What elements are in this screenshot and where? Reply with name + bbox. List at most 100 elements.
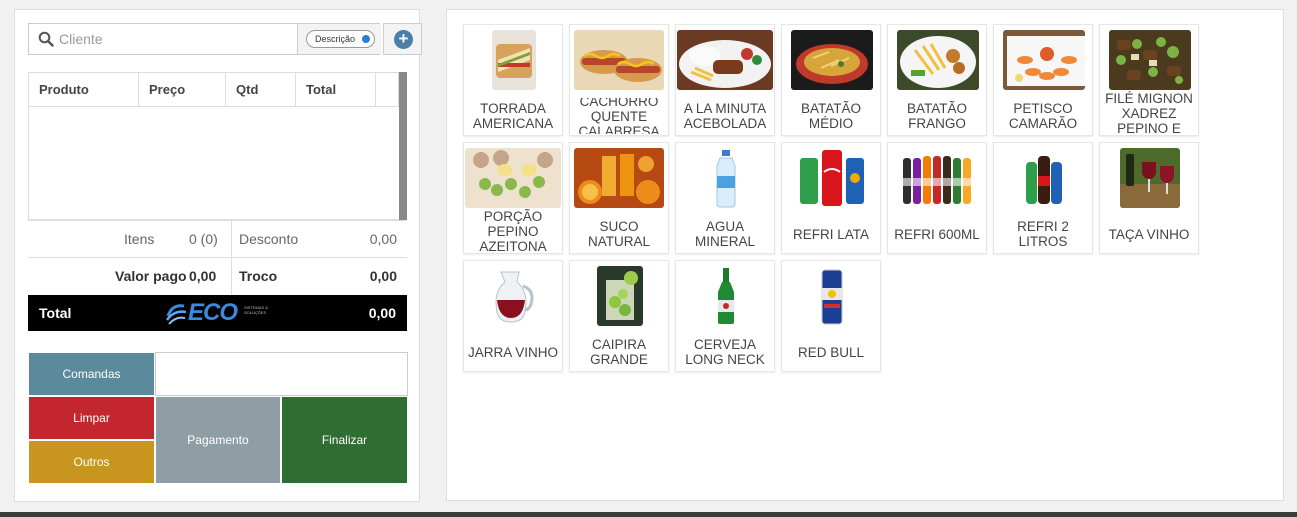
paid-value: 0,00	[189, 268, 217, 284]
wine-glass-icon	[1120, 148, 1180, 208]
finish-button[interactable]: Finalizar	[281, 396, 408, 484]
product-name: CACHORRO QUENTE CALABRESA	[578, 98, 660, 134]
column-header-total[interactable]: Total	[296, 73, 376, 107]
wine-jug-icon	[489, 266, 539, 326]
product-name: TORRADA AMERICANA	[472, 101, 554, 131]
product-name: CERVEJA LONG NECK	[685, 337, 765, 367]
hotdog-icon	[574, 30, 664, 90]
divider	[231, 221, 232, 257]
product-name: AGUA MINERAL	[694, 219, 755, 249]
energy-can-icon	[807, 266, 857, 326]
caipirinha-icon	[597, 266, 643, 326]
water-bottle-icon	[701, 148, 751, 208]
product-card[interactable]: BATATÃO MÉDIO	[781, 24, 881, 136]
juice-icon	[574, 148, 664, 208]
info-box	[155, 352, 408, 396]
total-bar: Total ECO SISTEMAS & SOLUÇÕES 0,00	[28, 295, 407, 331]
fries-chicken-icon	[897, 30, 979, 90]
discount-label: Desconto	[239, 231, 299, 247]
steak-plate-icon	[677, 30, 773, 90]
beer-bottle-icon	[701, 266, 751, 326]
items-label: Itens	[124, 231, 155, 247]
product-name: PORÇÃO PEPINO AZEITONA OVO DE	[479, 209, 547, 254]
product-card[interactable]: REFRI 600ML	[887, 142, 987, 254]
column-header-preco[interactable]: Preço	[139, 73, 226, 107]
paid-label: Valor pago	[115, 268, 187, 284]
description-toggle[interactable]: Descrição	[297, 24, 381, 54]
product-name: BATATÃO FRANGO	[906, 101, 967, 131]
product-card[interactable]: CERVEJA LONG NECK	[675, 260, 775, 372]
toast-icon	[492, 30, 536, 90]
plus-icon: +	[394, 30, 413, 49]
product-grid-panel: TORRADA AMERICANA CACHORRO QUENTE CALABR…	[446, 9, 1284, 501]
product-card[interactable]: BATATÃO FRANGO	[887, 24, 987, 136]
product-name: SUCO NATURAL	[587, 219, 650, 249]
bottom-bar	[0, 512, 1297, 517]
product-name: TAÇA VINHO	[1108, 226, 1190, 242]
product-card[interactable]: RED BULL	[781, 260, 881, 372]
logo-tagline: SISTEMAS & SOLUÇÕES	[244, 305, 269, 315]
eco-logo: ECO SISTEMAS & SOLUÇÕES	[164, 298, 274, 328]
column-header-produto[interactable]: Produto	[29, 73, 139, 107]
change-label: Troco	[239, 268, 278, 284]
comandas-button[interactable]: Comandas	[28, 352, 155, 396]
summary-row-payment: Valor pago 0,00 Troco 0,00	[28, 258, 407, 295]
product-card[interactable]: TAÇA VINHO	[1099, 142, 1199, 254]
product-name: CAIPIRA GRANDE	[590, 337, 648, 367]
clear-button[interactable]: Limpar	[28, 396, 155, 440]
product-name: A LA MINUTA ACEBOLADA	[683, 101, 767, 131]
product-card[interactable]: SUCO NATURAL	[569, 142, 669, 254]
items-value: 0 (0)	[189, 231, 218, 247]
product-card[interactable]: PORÇÃO PEPINO AZEITONA OVO DE	[463, 142, 563, 254]
product-card[interactable]: CACHORRO QUENTE CALABRESA	[569, 24, 669, 136]
client-search: Descrição	[28, 23, 381, 55]
client-search-input[interactable]	[59, 24, 284, 54]
product-name: REFRI 2 LITROS	[1017, 219, 1069, 249]
product-name: BATATÃO MÉDIO	[800, 101, 861, 131]
soda-2l-icon	[1024, 148, 1064, 208]
product-card[interactable]: PETISCO CAMARÃO	[993, 24, 1093, 136]
discount-value: 0,00	[369, 231, 397, 247]
column-header-qtd[interactable]: Qtd	[226, 73, 296, 107]
description-toggle-label: Descrição	[315, 34, 356, 44]
summary-row-items: Itens 0 (0) Desconto 0,00	[28, 220, 407, 258]
order-panel: Descrição + Produto Preço Qtd Total Iten…	[14, 9, 422, 502]
pickles-icon	[465, 148, 561, 208]
add-client-button[interactable]: +	[383, 23, 422, 55]
description-toggle-pill[interactable]: Descrição	[306, 30, 375, 48]
product-name: JARRA VINHO	[467, 344, 559, 360]
product-card[interactable]: JARRA VINHO	[463, 260, 563, 372]
shrimp-icon	[1003, 30, 1085, 90]
product-card[interactable]: REFRI LATA	[781, 142, 881, 254]
column-header-actions	[376, 73, 399, 107]
product-name: PETISCO CAMARÃO	[1008, 101, 1078, 131]
search-icon	[38, 31, 54, 47]
soda-bottles-icon	[901, 148, 975, 208]
product-card[interactable]: TORRADA AMERICANA	[463, 24, 563, 136]
globe-swoosh-icon	[165, 304, 187, 325]
product-card[interactable]: A LA MINUTA ACEBOLADA	[675, 24, 775, 136]
toggle-dot-icon	[362, 35, 370, 43]
total-label: Total	[39, 305, 72, 321]
product-name: REFRI LATA	[792, 226, 869, 242]
table-scrollbar[interactable]	[399, 72, 407, 220]
others-button[interactable]: Outros	[28, 440, 155, 484]
order-table: Produto Preço Qtd Total	[28, 72, 407, 220]
product-card[interactable]: AGUA MINERAL	[675, 142, 775, 254]
product-name: REFRI 600ML	[894, 226, 980, 242]
logo-text: ECO	[188, 299, 238, 326]
divider	[231, 258, 232, 295]
soda-can-icon	[798, 148, 866, 208]
product-name: RED BULL	[797, 344, 865, 360]
product-grid: TORRADA AMERICANA CACHORRO QUENTE CALABR…	[463, 24, 1203, 372]
product-card[interactable]: REFRI 2 LITROS	[993, 142, 1093, 254]
order-table-header: Produto Preço Qtd Total	[29, 73, 399, 107]
total-value: 0,00	[368, 305, 396, 321]
product-card[interactable]: CAIPIRA GRANDE	[569, 260, 669, 372]
payment-button[interactable]: Pagamento	[155, 396, 281, 484]
product-card[interactable]: FILÉ MIGNON XADREZ PEPINO E AZEITONA	[1099, 24, 1199, 136]
beef-stirfry-icon	[1109, 30, 1191, 90]
product-name: FILÉ MIGNON XADREZ PEPINO E AZEITONA	[1105, 91, 1193, 136]
change-value: 0,00	[369, 268, 397, 284]
fries-plate-icon	[791, 30, 873, 90]
